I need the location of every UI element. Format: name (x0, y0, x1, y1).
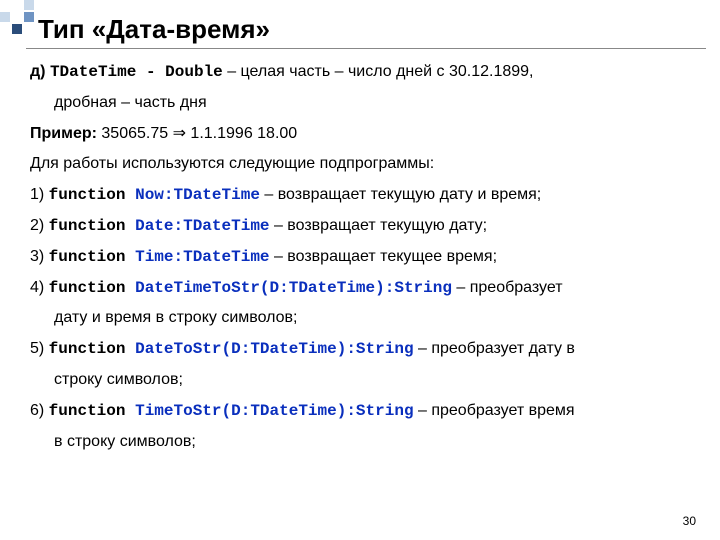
item-1-desc: – возвращает текущую дату и время; (260, 186, 541, 203)
page-number: 30 (683, 514, 696, 528)
example-label: Пример: (30, 125, 97, 142)
item-4-kw: function (49, 279, 135, 297)
item-6-num: 6) (30, 402, 49, 419)
item-2-desc: – возвращает текущую дату; (270, 217, 488, 234)
item-4-desc2: дату и время в строку символов; (30, 306, 692, 331)
item-5-sig: DateToStr(D:TDateTime):String (135, 340, 413, 358)
item-4-sig: DateTimeToStr(D:TDateTime):String (135, 279, 452, 297)
item-3-sig: Time:TDateTime (135, 248, 269, 266)
item-3-num: 3) (30, 248, 49, 265)
item-5-kw: function (49, 340, 135, 358)
item-5-num: 5) (30, 340, 49, 357)
intro-typedef: TDateTime - Double (50, 63, 223, 81)
example-value: 35065.75 ⇒ 1.1.1996 18.00 (97, 125, 297, 142)
item-6-sig: TimeToStr(D:TDateTime):String (135, 402, 413, 420)
item-1-kw: function (49, 186, 135, 204)
item-4-num: 4) (30, 279, 49, 296)
usage-intro: Для работы используются следующие подпро… (30, 152, 692, 177)
page-title: Тип «Дата-время» (38, 14, 270, 45)
item-3-kw: function (49, 248, 135, 266)
item-5-desc: – преобразует дату в (414, 340, 575, 357)
item-6-kw: function (49, 402, 135, 420)
item-3-desc: – возвращает текущее время; (270, 248, 498, 265)
item-2-kw: function (49, 217, 135, 235)
item-2-num: 2) (30, 217, 49, 234)
item-1-num: 1) (30, 186, 49, 203)
item-1-sig: Now:TDateTime (135, 186, 260, 204)
title-underline (26, 48, 706, 49)
item-2-sig: Date:TDateTime (135, 217, 269, 235)
item-5-desc2: строку символов; (30, 368, 692, 393)
item-6-desc2: в строку символов; (30, 430, 692, 455)
intro-prefix: д) (30, 63, 50, 80)
item-4-desc: – преобразует (452, 279, 563, 296)
content: д) TDateTime - Double – целая часть – чи… (30, 60, 692, 460)
item-6-desc: – преобразует время (414, 402, 575, 419)
intro-rest: – целая часть – число дней с 30.12.1899, (223, 63, 534, 80)
intro-line2: дробная – часть дня (30, 91, 692, 116)
